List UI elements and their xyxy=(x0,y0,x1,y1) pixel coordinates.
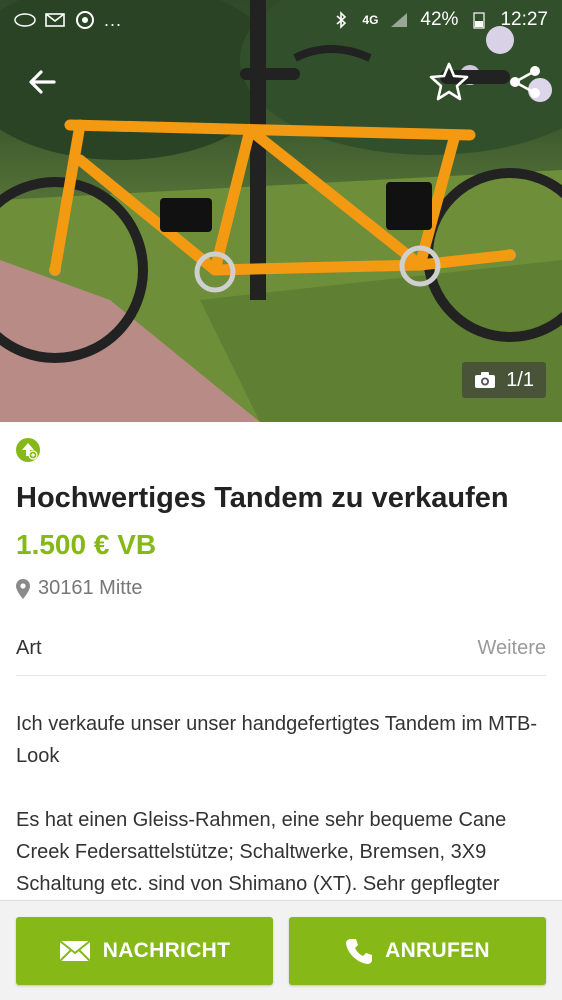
message-button[interactable]: NACHRICHT xyxy=(16,917,273,985)
top-ad-badge xyxy=(16,438,40,462)
share-button[interactable] xyxy=(505,62,545,102)
phone-icon xyxy=(346,939,373,964)
more-notifications: ... xyxy=(104,9,123,30)
envelope-icon xyxy=(59,940,91,962)
status-bar: ... 4G 42% 12:27 xyxy=(0,0,562,40)
ebay-icon xyxy=(14,11,36,29)
favorite-button[interactable] xyxy=(428,60,470,102)
description-paragraph: Es hat einen Gleiss-Rahmen, eine sehr be… xyxy=(16,809,507,895)
description-paragraph: Ich verkaufe unser unser handgefertigtes… xyxy=(16,713,537,767)
photo-counter: 1/1 xyxy=(462,362,546,398)
map-pin-icon xyxy=(16,578,30,599)
attribute-row: Art Weitere xyxy=(16,622,546,676)
network-type: 4G xyxy=(362,13,379,27)
sync-icon xyxy=(74,11,96,29)
share-icon xyxy=(510,66,540,98)
contact-action-bar: NACHRICHT ANRUFEN xyxy=(0,900,562,1000)
listing-details: Hochwertiges Tandem zu verkaufen 1.500 €… xyxy=(0,422,562,900)
status-system: 4G 42% 12:27 xyxy=(330,9,548,31)
camera-icon xyxy=(475,372,496,388)
listing-title: Hochwertiges Tandem zu verkaufen xyxy=(16,482,509,514)
listing-location[interactable]: 30161 Mitte xyxy=(16,577,143,600)
battery-percent: 42% xyxy=(420,9,459,30)
attribute-value: Weitere xyxy=(477,637,546,659)
photo-toolbar xyxy=(0,52,562,108)
location-text: 30161 Mitte xyxy=(38,577,143,599)
call-button[interactable]: ANRUFEN xyxy=(289,917,546,985)
star-outline-icon xyxy=(429,62,469,101)
listing-description: Ich verkaufe unser unser handgefertigtes… xyxy=(16,708,546,900)
listing-price: 1.500 € VB xyxy=(16,529,157,560)
listing-photo[interactable]: ... 4G 42% 12:27 1/1 xyxy=(0,0,562,422)
attribute-label: Art xyxy=(16,637,42,659)
clock: 12:27 xyxy=(500,9,548,30)
status-notifications: ... xyxy=(14,10,122,31)
message-button-label: NACHRICHT xyxy=(102,939,231,962)
back-button[interactable] xyxy=(22,62,62,102)
mail-notification-icon xyxy=(44,11,66,29)
signal-icon xyxy=(388,11,410,29)
call-button-label: ANRUFEN xyxy=(385,939,490,962)
battery-icon xyxy=(468,11,490,29)
photo-counter-text: 1/1 xyxy=(506,368,534,391)
arrow-left-icon xyxy=(29,70,56,94)
up-arrow-badge-icon xyxy=(16,438,40,462)
bluetooth-icon xyxy=(330,11,352,29)
